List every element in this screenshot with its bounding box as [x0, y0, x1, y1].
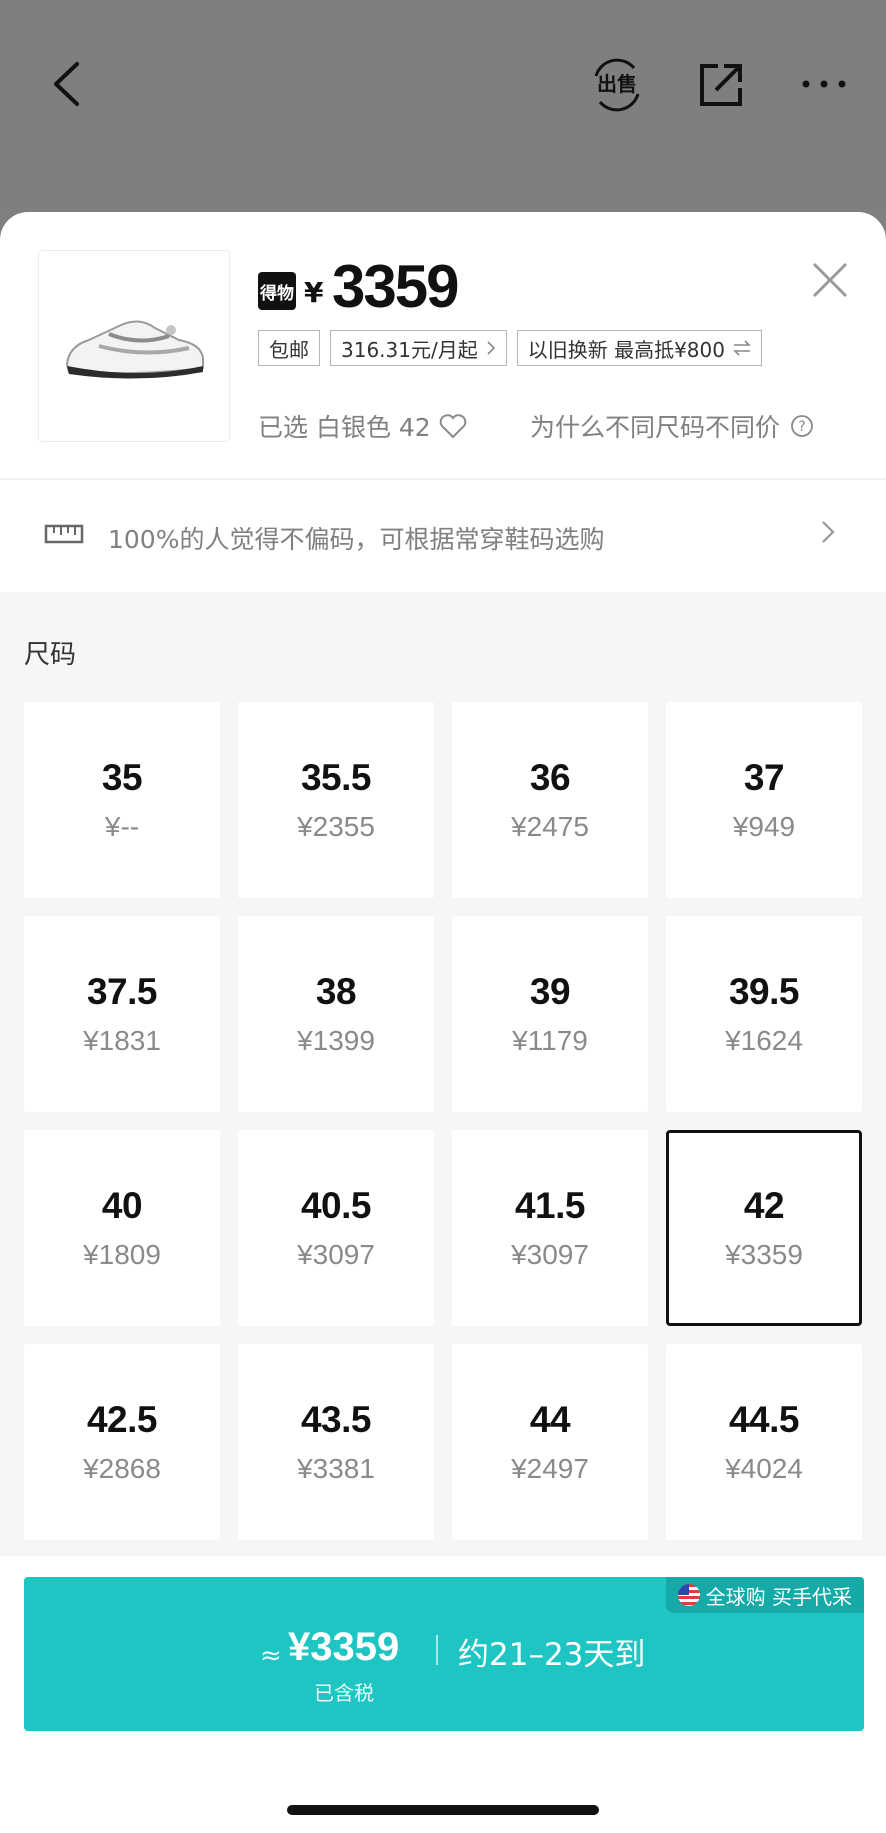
size-option[interactable]: 42 ¥3359 [666, 1130, 862, 1326]
size-price: ¥1809 [83, 1239, 161, 1270]
size-option[interactable]: 35 ¥-- [24, 702, 220, 898]
chevron-right-icon [487, 341, 495, 355]
size-picker: 尺码 35 ¥-- 35.5 ¥2355 36 ¥2475 37 ¥949 37.5 ¥1831 3… [0, 592, 886, 1556]
more-icon[interactable] [796, 60, 852, 108]
buy-price: ¥3359 [288, 1625, 400, 1669]
heart-icon[interactable] [439, 413, 467, 439]
home-indicator[interactable] [287, 1805, 599, 1815]
global-purchase-badge: 全球购 买手代采 [665, 1577, 864, 1613]
size-option[interactable]: 37.5 ¥1831 [24, 916, 220, 1112]
size-value: 41.5 [514, 1185, 586, 1226]
buy-button[interactable]: 全球购 买手代采 ≈ ¥3359 约21–23天到 已含税 [24, 1577, 864, 1731]
size-price: ¥1179 [512, 1025, 588, 1056]
size-value: 40.5 [300, 1185, 372, 1226]
size-value: 38 [315, 971, 357, 1012]
fit-advice-row[interactable]: 100%的人觉得不偏码，可根据常穿鞋码选购 [0, 480, 886, 592]
size-price: ¥1399 [297, 1025, 375, 1056]
size-option[interactable]: 44 ¥2497 [452, 1344, 648, 1540]
product-price: 3359 [332, 253, 459, 320]
size-value: 36 [529, 757, 571, 798]
size-value: 44 [529, 1399, 571, 1440]
product-thumbnail [38, 250, 230, 442]
sneaker-image [65, 320, 204, 379]
size-value: 44.5 [728, 1399, 800, 1440]
size-option[interactable]: 43.5 ¥3381 [238, 1344, 434, 1540]
size-price: ¥3097 [297, 1239, 375, 1270]
us-flag-icon [677, 1584, 700, 1606]
dewu-logo: 得物 [258, 272, 296, 310]
exchange-icon [733, 340, 751, 356]
size-price: ¥3381 [297, 1453, 375, 1484]
size-price: ¥3097 [511, 1239, 589, 1270]
sell-label: 出售 [597, 72, 637, 96]
share-icon[interactable] [690, 56, 752, 114]
separator [436, 1635, 438, 1665]
size-value: 35 [101, 757, 143, 798]
size-option[interactable]: 40 ¥1809 [24, 1130, 220, 1326]
size-value: 37.5 [86, 971, 158, 1012]
size-option[interactable]: 40.5 ¥3097 [238, 1130, 434, 1326]
size-value: 39.5 [728, 971, 800, 1012]
selected-variant: 已选 白银色 42 [258, 408, 467, 444]
size-value: 42.5 [86, 1399, 158, 1440]
size-option[interactable]: 39.5 ¥1624 [666, 916, 862, 1112]
size-value: 35.5 [300, 757, 372, 798]
sell-icon[interactable]: 出售 [588, 56, 646, 114]
delivery-estimate: 约21–23天到 [458, 1637, 646, 1673]
size-option[interactable]: 42.5 ¥2868 [24, 1344, 220, 1540]
size-price: ¥949 [732, 811, 796, 842]
ruler-icon [44, 524, 84, 544]
tag-installment[interactable]: 316.31元/月起 [330, 330, 507, 366]
size-option[interactable]: 41.5 ¥3097 [452, 1130, 648, 1326]
size-price: ¥2497 [511, 1453, 589, 1484]
size-price: ¥2355 [297, 811, 375, 842]
size-option[interactable]: 39 ¥1179 [452, 916, 648, 1112]
size-price: ¥2475 [511, 811, 589, 842]
size-value: 40 [101, 1185, 143, 1226]
price-currency: ¥ [304, 276, 324, 309]
svg-text:?: ? [798, 419, 805, 435]
size-section-title: 尺码 [24, 640, 77, 670]
size-option[interactable]: 36 ¥2475 [452, 702, 648, 898]
dimmed-header: 出售 [0, 0, 886, 212]
size-value: 43.5 [300, 1399, 372, 1440]
size-option[interactable]: 37 ¥949 [666, 702, 862, 898]
size-price: ¥-- [104, 811, 140, 842]
size-option[interactable]: 35.5 ¥2355 [238, 702, 434, 898]
tag-trade-in[interactable]: 以旧换新 最高抵¥800 [516, 330, 762, 366]
size-selection-sheet: 得物 ¥ 3359 包邮 316.31元/月起 以旧换新 最高抵¥800 已选 … [0, 212, 886, 1833]
size-value: 42 [743, 1185, 785, 1226]
tag-free-shipping: 包邮 [258, 330, 320, 366]
size-option[interactable]: 38 ¥1399 [238, 916, 434, 1112]
size-price: ¥2868 [83, 1453, 161, 1484]
size-option[interactable]: 44.5 ¥4024 [666, 1344, 862, 1540]
tax-included-note: 已含税 [314, 1681, 374, 1705]
size-price: ¥4024 [725, 1453, 803, 1484]
back-icon[interactable] [40, 52, 92, 116]
fit-advice-text: 100%的人觉得不偏码，可根据常穿鞋码选购 [108, 525, 605, 554]
size-value: 39 [529, 971, 571, 1012]
help-icon: ? [791, 415, 813, 437]
size-price: ¥1624 [725, 1025, 803, 1056]
close-icon[interactable] [810, 260, 860, 310]
size-value: 37 [743, 757, 785, 798]
size-price: ¥1831 [83, 1025, 161, 1056]
size-price: ¥3359 [725, 1239, 803, 1270]
why-price-differs-link[interactable]: 为什么不同尺码不同价 ? [530, 408, 814, 444]
approx-symbol: ≈ [260, 1641, 282, 1671]
size-grid: 35 ¥-- 35.5 ¥2355 36 ¥2475 37 ¥949 37.5 ¥1831 38 ¥1… [24, 702, 864, 1540]
promo-tags: 包邮 316.31元/月起 以旧换新 最高抵¥800 [258, 330, 762, 366]
chevron-right-icon [822, 521, 835, 543]
